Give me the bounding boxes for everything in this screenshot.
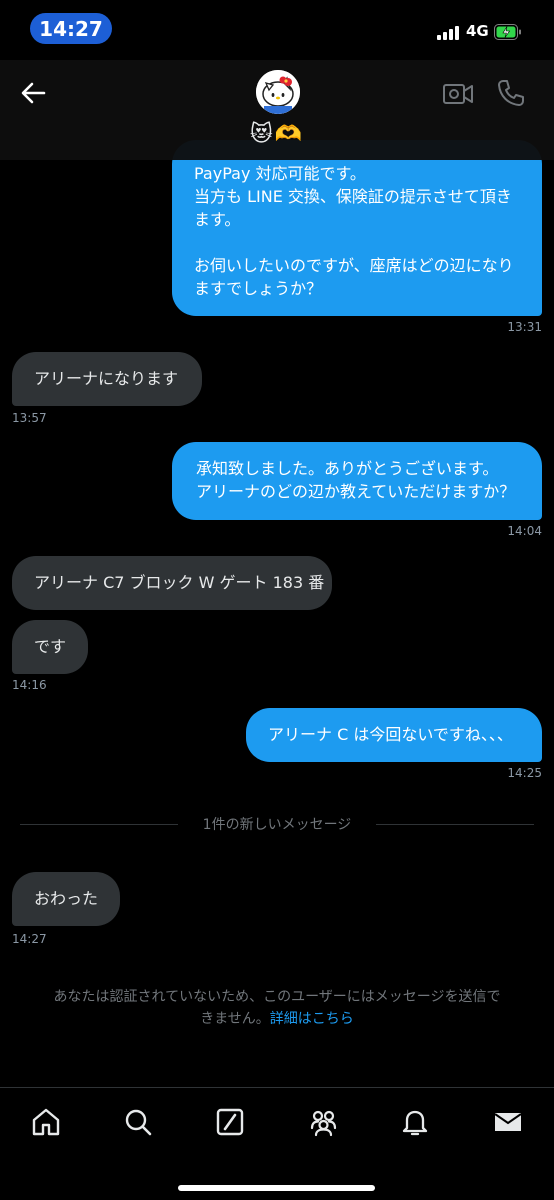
message-timestamp: 13:57	[12, 411, 47, 425]
video-call-icon[interactable]	[442, 79, 474, 109]
signal-icon	[437, 26, 463, 40]
message-bubble-incoming[interactable]: おわった	[12, 872, 120, 926]
message-timestamp: 14:27	[12, 932, 47, 946]
grok-icon[interactable]	[214, 1106, 246, 1138]
message-timestamp: 14:16	[12, 678, 47, 692]
unverified-notice: あなたは認証されていないため、このユーザーにはメッセージを送信で きません。詳細…	[14, 986, 540, 1030]
message-bubble-outgoing[interactable]: PayPay 対応可能です。 当方も LINE 交換、保険証の提示させて頂き ま…	[172, 140, 542, 316]
message-bubble-incoming[interactable]: です	[12, 620, 88, 674]
avatar[interactable]	[256, 70, 300, 114]
network-label: 4G	[466, 22, 489, 40]
bottom-navigation	[0, 1087, 554, 1200]
status-bar: 14:27 4G	[0, 0, 554, 60]
search-icon[interactable]	[122, 1106, 154, 1138]
message-bubble-incoming[interactable]: アリーナになります	[12, 352, 202, 406]
home-icon[interactable]	[30, 1106, 62, 1138]
messages-icon[interactable]	[492, 1106, 524, 1138]
learn-more-link[interactable]: 詳細はこちら	[270, 1011, 354, 1027]
battery-charging-icon	[494, 24, 521, 40]
phone-icon[interactable]	[496, 78, 526, 108]
message-timestamp: 14:25	[507, 766, 542, 780]
back-arrow-icon[interactable]	[18, 78, 48, 108]
contact-display-name: 😻🫶	[249, 122, 305, 147]
message-timestamp: 13:31	[507, 320, 542, 334]
notifications-icon[interactable]	[399, 1106, 431, 1138]
new-messages-divider: 1件の新しいメッセージ	[20, 814, 534, 834]
message-bubble-outgoing[interactable]: 承知致しました。ありがとうございます。 アリーナのどの辺か教えていただけますか？	[172, 442, 542, 520]
status-time[interactable]: 14:27	[30, 13, 112, 44]
home-indicator	[178, 1185, 375, 1191]
message-bubble-outgoing[interactable]: アリーナ C は今回ないですね、、、	[246, 708, 542, 762]
message-timestamp: 14:04	[507, 524, 542, 538]
message-bubble-incoming[interactable]: アリーナ C7 ブロック W ゲート 183 番	[12, 556, 332, 610]
communities-icon[interactable]	[307, 1106, 339, 1138]
conversation-header: 😻🫶	[0, 60, 554, 160]
